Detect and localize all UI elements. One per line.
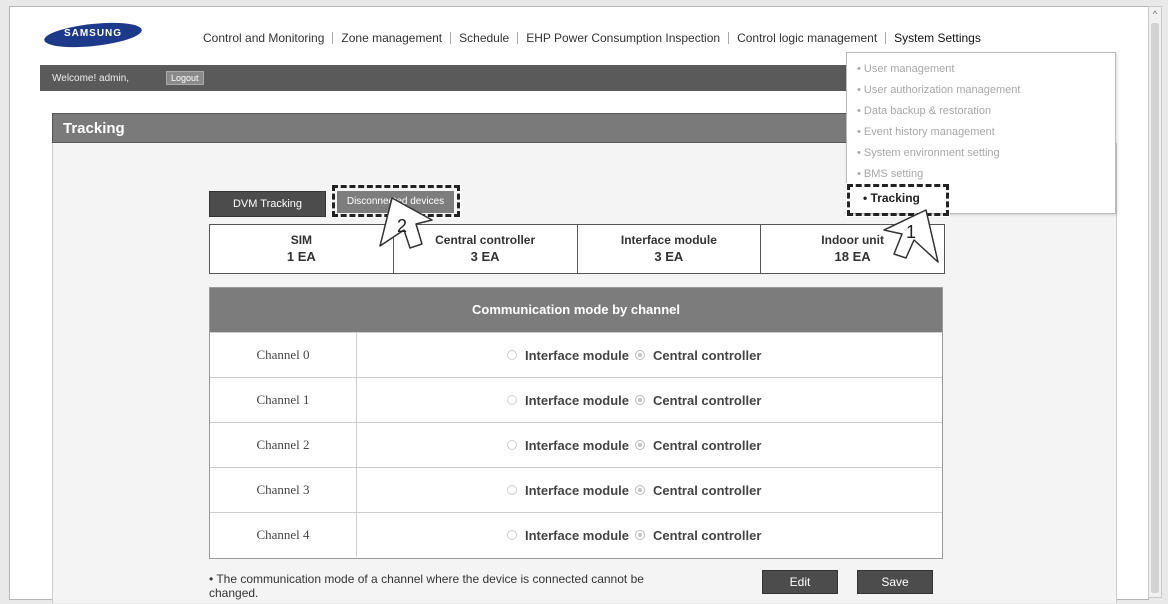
callout-1-number: 1 xyxy=(906,222,916,242)
central-controller-radio[interactable] xyxy=(635,395,646,405)
comm-mode-header: Communication mode by channel xyxy=(210,288,942,332)
vertical-scrollbar[interactable]: ^ xyxy=(1148,6,1162,598)
count-sim: SIM 1 EA xyxy=(210,225,394,273)
menu-item-system-environment[interactable]: • System environment setting xyxy=(857,147,1000,159)
menu-item-bms-setting[interactable]: • BMS setting xyxy=(857,168,923,180)
nav-zone-management[interactable]: Zone management xyxy=(333,31,450,45)
callout-2-number: 2 xyxy=(397,216,407,236)
device-counts: SIM 1 EA Central controller 3 EA Interface… xyxy=(209,224,945,274)
channel-label: Channel 4 xyxy=(210,513,357,557)
menu-item-user-management[interactable]: • User management xyxy=(857,63,954,75)
welcome-text: Welcome! admin, xyxy=(52,73,130,84)
menu-item-event-history[interactable]: • Event history management xyxy=(857,126,995,138)
count-interface-module: Interface module 3 EA xyxy=(578,225,762,273)
central-controller-radio[interactable] xyxy=(635,350,646,360)
nav-control-logic[interactable]: Control logic management xyxy=(729,31,885,45)
channel-row: Channel 2 Interface module Central contro… xyxy=(210,422,942,467)
nav-system-settings[interactable]: System Settings xyxy=(886,31,989,45)
channel-label: Channel 3 xyxy=(210,468,357,512)
channel-label: Channel 2 xyxy=(210,423,357,467)
interface-module-radio[interactable] xyxy=(507,530,517,540)
dvm-tracking-button[interactable]: DVM Tracking xyxy=(209,191,326,217)
central-controller-radio[interactable] xyxy=(635,440,646,450)
logout-button[interactable]: Logout xyxy=(166,71,204,85)
scroll-up-arrow-icon[interactable]: ^ xyxy=(1150,9,1160,19)
channel-label: Channel 0 xyxy=(210,333,357,377)
interface-module-radio[interactable] xyxy=(507,485,517,495)
nav-ehp-power[interactable]: EHP Power Consumption Inspection xyxy=(518,31,728,45)
page-title-bar: Tracking xyxy=(52,113,888,143)
channel-row: Channel 0 Interface module Central contro… xyxy=(210,332,942,377)
scroll-thumb[interactable] xyxy=(1151,23,1159,593)
note-text: • The communication mode of a channel wh… xyxy=(209,572,644,600)
channel-row: Channel 1 Interface module Central contro… xyxy=(210,377,942,422)
callout-2-pointer-icon: 2 xyxy=(379,197,433,249)
logo-text: SAMSUNG xyxy=(63,28,123,39)
central-controller-radio[interactable] xyxy=(635,530,646,540)
page-title: Tracking xyxy=(63,120,125,137)
save-button[interactable]: Save xyxy=(857,570,933,594)
menu-item-user-authorization[interactable]: • User authorization management xyxy=(857,84,1020,96)
interface-module-radio[interactable] xyxy=(507,350,517,360)
top-navigation: Control and Monitoring Zone management S… xyxy=(195,31,989,45)
interface-module-radio[interactable] xyxy=(507,395,517,405)
nav-control-monitoring[interactable]: Control and Monitoring xyxy=(195,31,332,45)
channel-row: Channel 4 Interface module Central contro… xyxy=(210,512,942,557)
edit-button[interactable]: Edit xyxy=(762,570,838,594)
welcome-bar: Welcome! admin, Logout xyxy=(40,65,888,91)
communication-mode-table: Communication mode by channel Channel 0 … xyxy=(209,287,943,559)
nav-schedule[interactable]: Schedule xyxy=(451,31,517,45)
callout-1-pointer-icon: 1 xyxy=(883,209,939,263)
channel-row: Channel 3 Interface module Central contro… xyxy=(210,467,942,512)
samsung-logo: SAMSUNG xyxy=(43,18,143,52)
central-controller-radio[interactable] xyxy=(635,485,646,495)
interface-module-radio[interactable] xyxy=(507,440,517,450)
menu-item-data-backup[interactable]: • Data backup & restoration xyxy=(857,105,991,117)
channel-label: Channel 1 xyxy=(210,378,357,422)
